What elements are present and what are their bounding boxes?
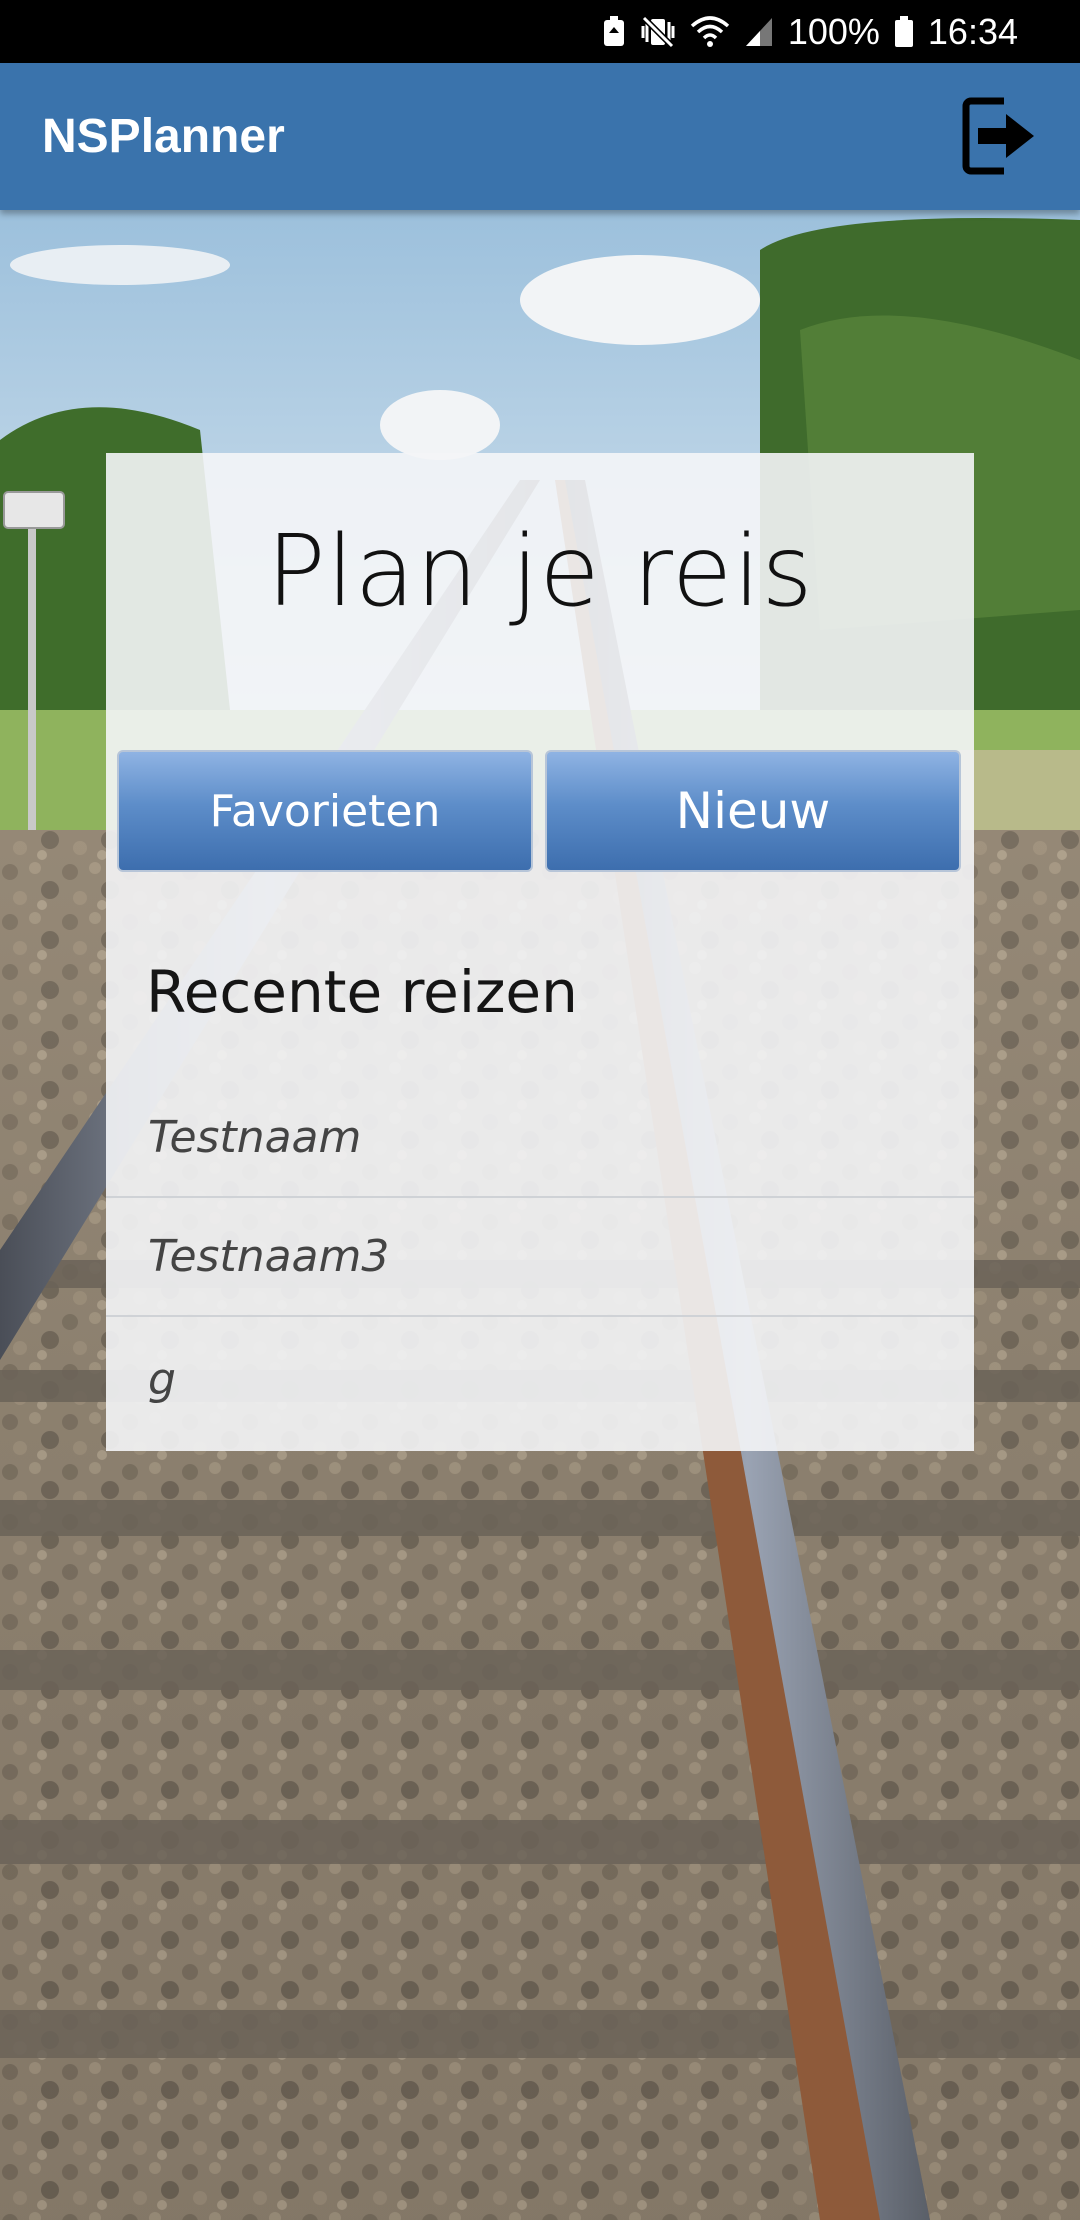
- plan-trip-card: Plan je reis Favorieten Nieuw Recente re…: [106, 453, 974, 1451]
- logout-button[interactable]: [956, 91, 1046, 181]
- signal-icon: [744, 16, 774, 48]
- recent-trips-list: Testnaam Testnaam3 g: [106, 1079, 974, 1441]
- app-bar: NSPlanner: [0, 63, 1080, 210]
- wifi-icon: [690, 15, 730, 48]
- clock: 16:34: [927, 10, 1018, 52]
- new-trip-button[interactable]: Nieuw: [545, 750, 961, 872]
- recent-trips-title: Recente reizen: [146, 958, 578, 1026]
- logout-icon: [962, 97, 1034, 175]
- battery-saver-icon: [602, 15, 626, 48]
- screen: 100% 16:34 NSPlanner Plan je reis Favori…: [0, 0, 1080, 2220]
- recent-trip-item[interactable]: Testnaam: [106, 1079, 974, 1198]
- battery-percent: 100%: [787, 10, 880, 52]
- recent-trip-item[interactable]: Testnaam3: [106, 1198, 974, 1317]
- status-bar: 100% 16:34: [0, 0, 1080, 63]
- favorites-button[interactable]: Favorieten: [117, 750, 533, 872]
- battery-icon: [894, 15, 914, 48]
- recent-trip-item[interactable]: g: [106, 1317, 974, 1441]
- app-title: NSPlanner: [42, 110, 285, 163]
- card-title: Plan je reis: [266, 515, 814, 629]
- vibrate-icon: [640, 15, 676, 48]
